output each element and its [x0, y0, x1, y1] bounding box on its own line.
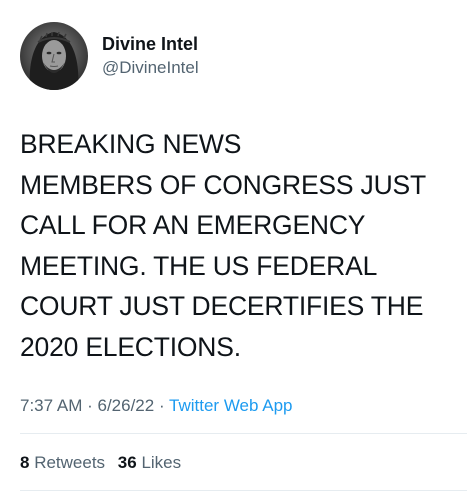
- author-display-name[interactable]: Divine Intel: [102, 32, 199, 56]
- tweet-text-line: MEMBERS OF CONGRESS JUST: [20, 169, 426, 200]
- meta-separator: ·: [154, 396, 170, 415]
- tweet-header: Divine Intel @DivineIntel: [20, 22, 199, 90]
- tweet-source-link[interactable]: Twitter Web App: [169, 396, 292, 415]
- tweet-text-line: CALL FOR AN EMERGENCY: [20, 210, 366, 240]
- likes-stat[interactable]: 36 Likes: [118, 453, 181, 472]
- likes-count: 36: [117, 453, 137, 472]
- tweet-text-line: 2020 ELECTIONS.: [20, 331, 241, 362]
- tweet-time[interactable]: 7:37 AM: [20, 396, 82, 415]
- tweet-date[interactable]: 6/26/22: [97, 396, 154, 415]
- tweet-meta: 7:37 AM · 6/26/22 · Twitter Web App: [20, 394, 293, 418]
- divider: [20, 433, 467, 434]
- avatar-portrait-icon: [20, 22, 88, 90]
- avatar[interactable]: [20, 22, 88, 90]
- author-handle[interactable]: @DivineIntel: [102, 56, 199, 80]
- retweets-label: Retweets: [29, 453, 106, 472]
- tweet-card: Divine Intel @DivineIntel BREAKING NEWS …: [0, 0, 467, 500]
- meta-separator: ·: [82, 396, 98, 415]
- tweet-text: BREAKING NEWS MEMBERS OF CONGRESS JUST C…: [20, 124, 460, 367]
- tweet-text-line: COURT JUST DECERTIFIES THE: [20, 291, 424, 321]
- likes-label: Likes: [136, 453, 182, 472]
- tweet-stats: 8 Retweets 36 Likes: [20, 451, 181, 475]
- divider: [20, 490, 467, 491]
- tweet-text-line: BREAKING NEWS: [20, 129, 242, 159]
- author-names: Divine Intel @DivineIntel: [102, 32, 199, 80]
- retweets-stat[interactable]: 8 Retweets: [20, 453, 105, 472]
- tweet-text-line: MEETING. THE US FEDERAL: [20, 250, 378, 281]
